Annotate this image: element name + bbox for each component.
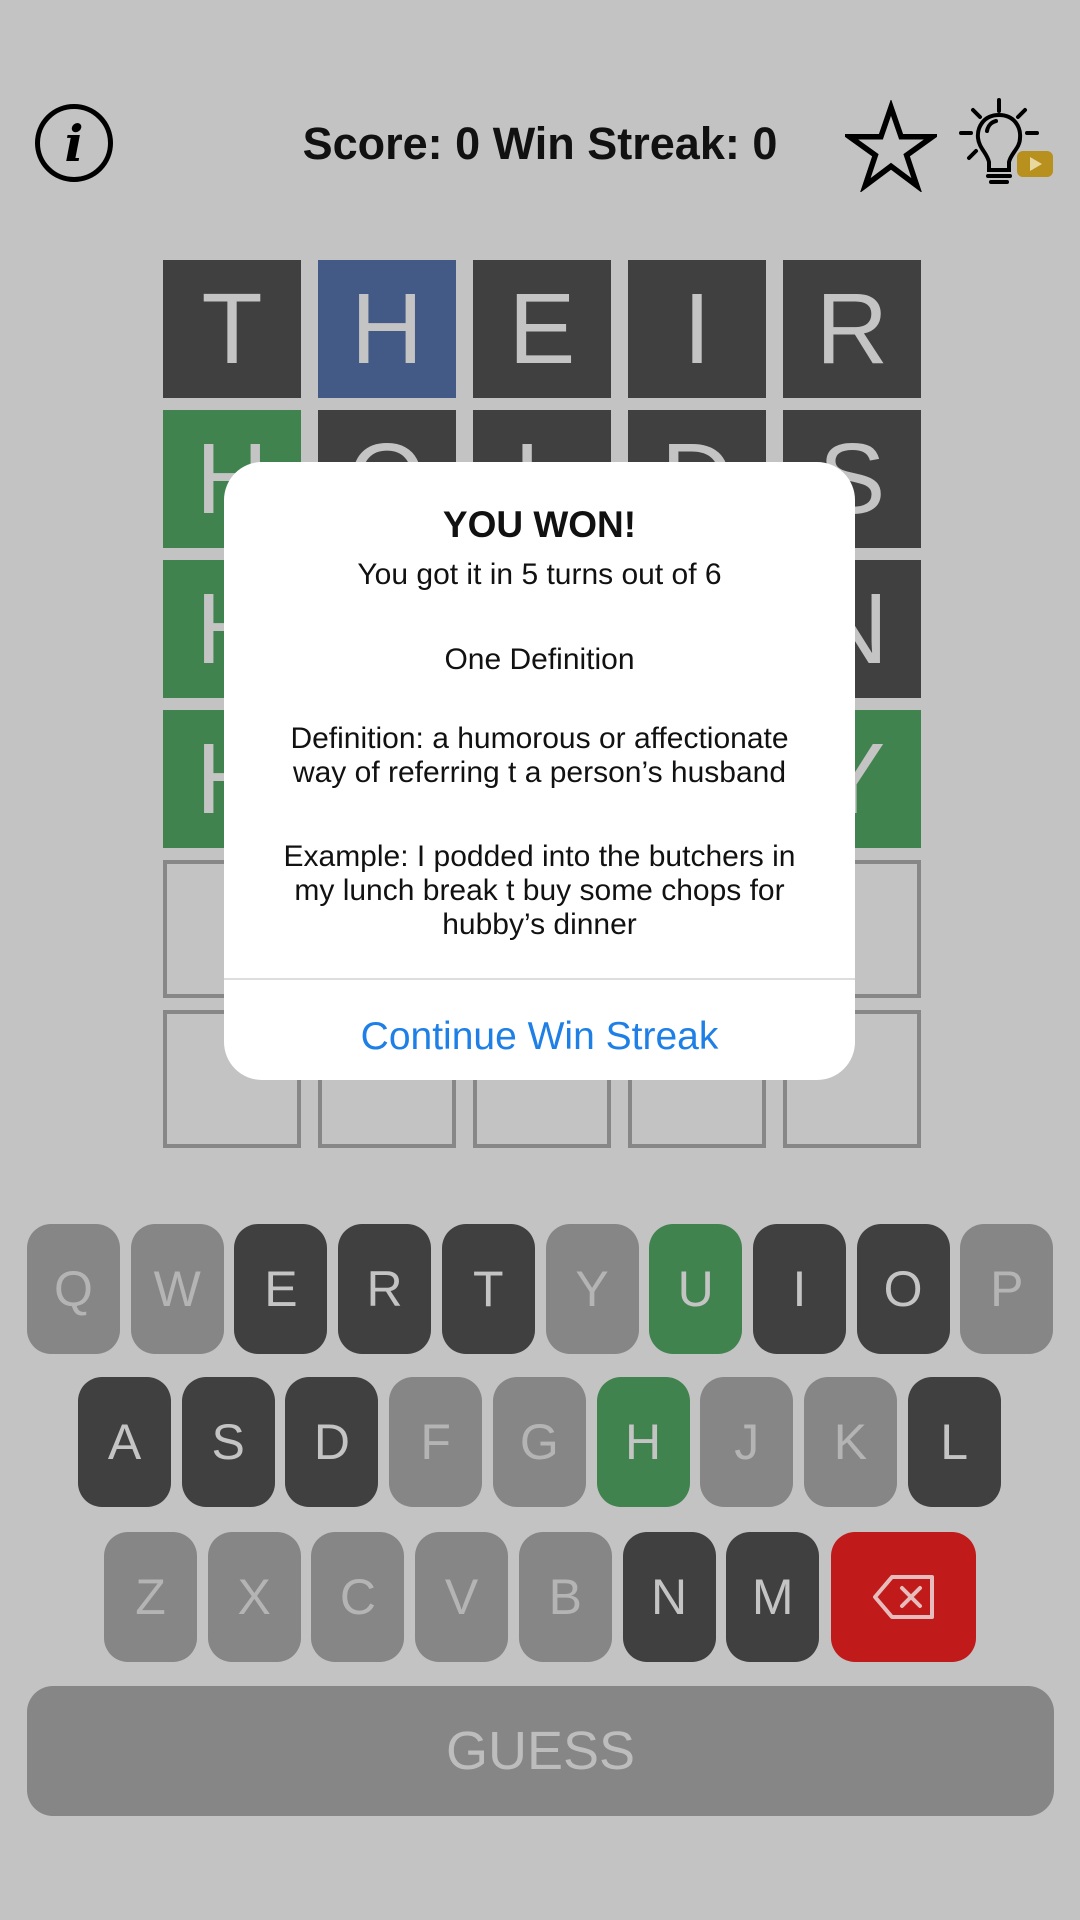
key-j[interactable]: J — [700, 1377, 794, 1507]
backspace-icon — [872, 1575, 934, 1619]
guess-button[interactable]: GUESS — [27, 1686, 1054, 1816]
grid-tile: E — [473, 260, 611, 398]
dialog-title: YOU WON! — [442, 504, 637, 545]
key-b[interactable]: B — [518, 1532, 612, 1662]
win-dialog: YOU WON! You got it in 5 turns out of 6 … — [224, 462, 855, 1080]
key-t[interactable]: T — [441, 1224, 535, 1354]
key-h[interactable]: H — [596, 1377, 690, 1507]
lightbulb-video-hint-icon[interactable] — [955, 98, 1055, 194]
score-display: Score: 0 Win Streak: 0 — [302, 118, 778, 169]
grid-tile: I — [628, 260, 766, 398]
grid-tile: T — [163, 260, 301, 398]
definition-text: Definition: a humorous or affectionate w… — [290, 722, 789, 789]
key-v[interactable]: V — [415, 1532, 509, 1662]
definition-heading: One Definition — [444, 643, 635, 676]
key-m[interactable]: M — [726, 1532, 820, 1662]
key-l[interactable]: L — [907, 1377, 1001, 1507]
key-s[interactable]: S — [181, 1377, 275, 1507]
key-y[interactable]: Y — [545, 1224, 639, 1354]
key-r[interactable]: R — [338, 1224, 432, 1354]
grid-tile: R — [783, 260, 921, 398]
key-p[interactable]: P — [960, 1224, 1054, 1354]
info-button[interactable]: i — [35, 104, 113, 182]
key-z[interactable]: Z — [104, 1532, 197, 1662]
key-d[interactable]: D — [285, 1377, 379, 1507]
divider — [224, 978, 855, 980]
grid-tile: H — [318, 260, 456, 398]
continue-win-streak-button[interactable]: Continue Win Streak — [224, 994, 855, 1080]
star-icon[interactable] — [845, 100, 937, 192]
key-g[interactable]: G — [492, 1377, 586, 1507]
key-q[interactable]: Q — [27, 1224, 120, 1354]
key-e[interactable]: E — [234, 1224, 328, 1354]
key-w[interactable]: W — [130, 1224, 224, 1354]
key-c[interactable]: C — [311, 1532, 405, 1662]
key-k[interactable]: K — [803, 1377, 897, 1507]
key-n[interactable]: N — [622, 1532, 716, 1662]
key-o[interactable]: O — [856, 1224, 950, 1354]
key-x[interactable]: X — [207, 1532, 301, 1662]
turns-summary: You got it in 5 turns out of 6 — [357, 558, 722, 591]
key-a[interactable]: A — [78, 1377, 171, 1507]
backspace-button[interactable] — [831, 1532, 976, 1662]
key-f[interactable]: F — [389, 1377, 483, 1507]
key-i[interactable]: I — [752, 1224, 846, 1354]
example-text: Example: I podded into the butchers in m… — [283, 840, 796, 941]
key-u[interactable]: U — [649, 1224, 743, 1354]
info-icon: i — [64, 113, 84, 173]
